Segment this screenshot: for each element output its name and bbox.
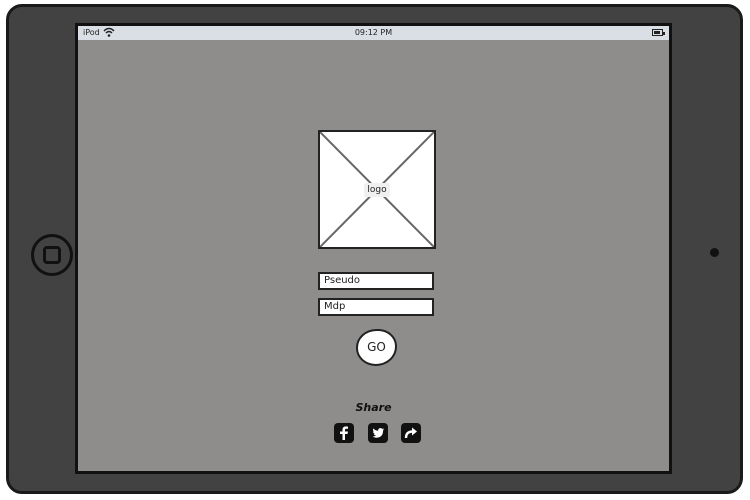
share-arrow-icon[interactable] [401,423,421,443]
pseudo-input[interactable]: Pseudo [318,272,434,290]
logo-label: logo [364,183,390,197]
battery-icon [652,29,665,36]
share-label: Share [355,401,392,414]
logo-image-placeholder: logo [318,130,436,249]
home-button-square [43,246,61,264]
status-bar: iPod 09:12 PM [78,26,669,40]
mdp-placeholder: Mdp [324,301,346,312]
home-button[interactable] [31,234,73,276]
pseudo-placeholder: Pseudo [324,275,361,286]
camera-dot [710,248,719,257]
status-time: 09:12 PM [354,28,393,37]
facebook-icon[interactable] [334,423,354,443]
device-screen: iPod 09:12 PM logo Pseudo Mdp GO Share [75,23,672,474]
go-button[interactable]: GO [356,329,397,366]
mdp-input[interactable]: Mdp [318,298,434,316]
twitter-icon[interactable] [368,423,388,443]
